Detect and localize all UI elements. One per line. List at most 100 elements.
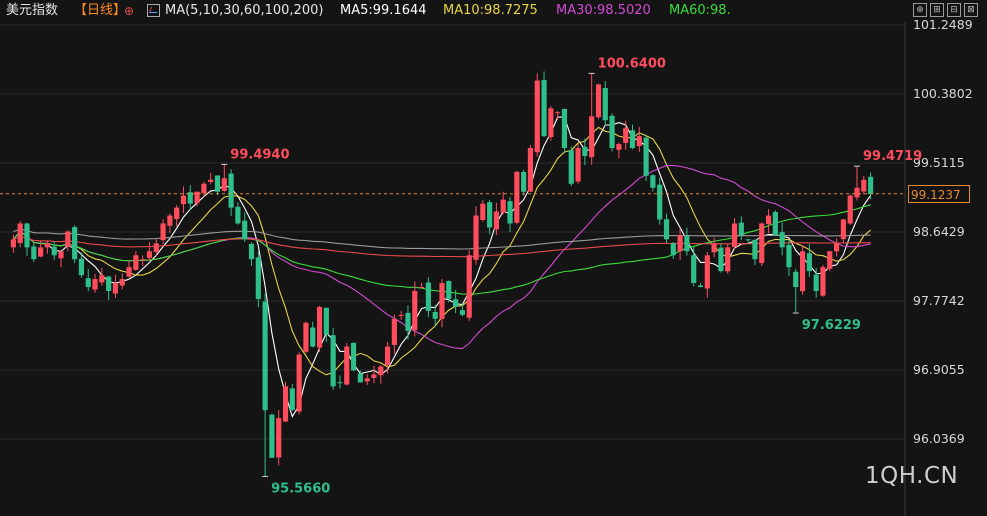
candle-body xyxy=(521,172,527,192)
candle-body xyxy=(650,175,656,188)
candle-body xyxy=(779,232,785,248)
candle-body xyxy=(725,247,731,272)
candle-body xyxy=(514,171,520,223)
candle-body xyxy=(425,282,431,311)
candle-body xyxy=(493,211,500,230)
candle-body xyxy=(58,251,64,259)
ma-line-ma5 xyxy=(12,116,872,418)
candle-body xyxy=(112,283,119,294)
y-tick-label: 100.3802 xyxy=(913,86,973,101)
candle-body xyxy=(38,247,44,257)
candle-body xyxy=(133,255,139,270)
candle-body xyxy=(677,235,683,252)
candle-body xyxy=(745,239,751,241)
candlestick-chart[interactable]: 101.2489100.380299.511598.642997.774296.… xyxy=(0,0,987,516)
candle-body xyxy=(718,247,724,272)
candle-body xyxy=(235,206,241,224)
candle-body xyxy=(126,267,132,277)
candle-body xyxy=(72,227,78,260)
candle-body xyxy=(507,201,513,224)
candle-body xyxy=(31,246,37,260)
candle-body xyxy=(459,310,465,315)
candle-body xyxy=(296,354,302,412)
extreme-label: 95.5660 xyxy=(271,481,330,496)
candle-body xyxy=(174,207,180,220)
candle-body xyxy=(704,255,710,289)
candle-body xyxy=(731,223,738,248)
candle-body xyxy=(684,235,690,252)
candle-body xyxy=(344,346,350,385)
candle-body xyxy=(140,259,146,261)
candle-body xyxy=(371,374,377,379)
extreme-label: 100.6400 xyxy=(598,56,666,71)
candle-body xyxy=(92,279,98,290)
candle-body xyxy=(282,386,289,422)
candle-body xyxy=(759,223,765,264)
candle-body xyxy=(820,267,826,296)
candle-body xyxy=(500,199,506,213)
candle-body xyxy=(350,342,357,371)
candle-body xyxy=(289,388,295,411)
candle-body xyxy=(453,299,459,307)
candle-body xyxy=(568,150,574,184)
candle-body xyxy=(106,276,112,292)
candle-body xyxy=(405,312,411,331)
candle-body xyxy=(119,279,125,286)
y-tick-label: 96.0369 xyxy=(913,431,965,446)
extreme-label: 99.4940 xyxy=(230,147,289,162)
candle-body xyxy=(541,80,547,137)
candle-body xyxy=(99,275,105,283)
candle-body xyxy=(582,146,588,156)
candle-body xyxy=(167,215,173,226)
candle-body xyxy=(255,257,261,299)
candle-body xyxy=(643,137,649,176)
candle-body xyxy=(555,112,561,114)
extreme-label: 97.6229 xyxy=(802,318,861,333)
candle-body xyxy=(10,239,16,248)
candle-body xyxy=(208,179,214,183)
candle-body xyxy=(854,187,860,198)
candle-body xyxy=(412,291,418,331)
chart-window: { "header": { "title": "美元指数", "period":… xyxy=(0,0,987,516)
extreme-label: 99.4719 xyxy=(863,149,922,164)
candle-body xyxy=(833,243,840,252)
candle-body xyxy=(752,239,758,260)
candle-body xyxy=(214,175,221,192)
candle-body xyxy=(861,179,867,192)
candle-body xyxy=(616,144,622,150)
candle-body xyxy=(786,244,792,268)
candle-body xyxy=(337,382,343,384)
candle-body xyxy=(657,184,663,220)
candle-body xyxy=(17,223,23,244)
candle-body xyxy=(439,283,445,319)
candle-body xyxy=(384,346,391,365)
candle-body xyxy=(670,243,676,256)
candle-body xyxy=(765,215,772,225)
candle-body xyxy=(799,251,806,292)
candle-body xyxy=(44,243,51,248)
ma-line-ma10 xyxy=(12,126,871,376)
candle-body xyxy=(51,246,57,256)
candle-body xyxy=(609,115,615,149)
candle-body xyxy=(636,136,642,147)
candle-body xyxy=(180,195,187,205)
candle-body xyxy=(772,211,778,236)
candle-body xyxy=(391,318,397,345)
candle-body xyxy=(357,373,363,383)
candle-body xyxy=(793,271,799,288)
candle-body xyxy=(527,148,534,192)
candle-body xyxy=(378,366,384,376)
candle-body xyxy=(85,278,91,288)
candle-body xyxy=(473,215,479,260)
candle-body xyxy=(589,116,595,158)
candle-body xyxy=(575,148,581,182)
y-tick-label: 97.7742 xyxy=(913,293,965,308)
current-price-tag: 99.1237 xyxy=(908,184,970,203)
candle-body xyxy=(840,219,846,240)
candle-body xyxy=(738,222,744,236)
candle-body xyxy=(316,306,323,348)
candle-body xyxy=(548,108,554,138)
candle-body xyxy=(228,173,234,208)
candle-body xyxy=(153,243,159,252)
candle-body xyxy=(276,418,282,458)
